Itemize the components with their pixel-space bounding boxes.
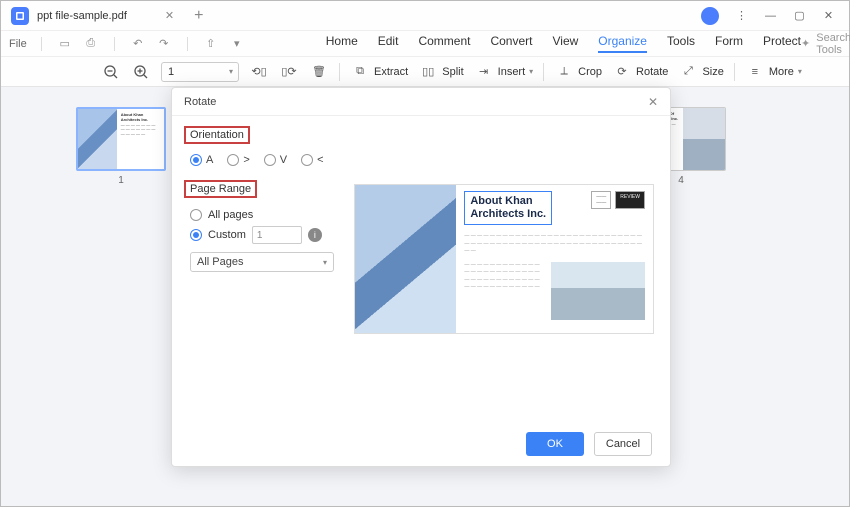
- rotate-left-icon[interactable]: ⟲▯: [249, 62, 269, 82]
- main-menu: Home Edit Comment Convert View Organize …: [326, 34, 801, 53]
- zoom-out-icon[interactable]: [101, 62, 121, 82]
- tab-title: ppt file-sample.pdf: [37, 10, 127, 22]
- share-icon[interactable]: ⇧: [202, 35, 220, 53]
- orient-down[interactable]: V: [264, 154, 287, 166]
- print-icon[interactable]: ⎙: [82, 35, 100, 53]
- rotate-dialog: Rotate ✕ Orientation A > V < Page Range …: [171, 87, 671, 467]
- custom-option[interactable]: Custom i: [190, 226, 330, 244]
- close-tab-icon[interactable]: ✕: [165, 9, 174, 22]
- rotate-preview: About KhanArchitects Inc. ————REVIEW — —…: [354, 184, 654, 334]
- orientation-options: A > V <: [190, 154, 330, 166]
- orient-up[interactable]: A: [190, 154, 213, 166]
- insert-button[interactable]: ⇥Insert▾: [474, 62, 534, 82]
- size-icon: ⤢: [678, 62, 698, 82]
- document-tab[interactable]: ppt file-sample.pdf ✕: [1, 1, 184, 30]
- menu-view[interactable]: View: [552, 34, 578, 53]
- chevron-down-icon: ▾: [529, 67, 533, 76]
- save-icon[interactable]: ▭: [56, 35, 74, 53]
- extract-button[interactable]: ⧉Extract: [350, 62, 408, 82]
- orient-left[interactable]: <: [301, 154, 323, 166]
- more-icon: ≡: [745, 62, 765, 82]
- app-icon: [11, 7, 29, 25]
- menu-organize[interactable]: Organize: [598, 34, 647, 53]
- more-quick-icon[interactable]: ▾: [228, 35, 246, 53]
- crop-icon: ⟂: [554, 62, 574, 82]
- dialog-title: Rotate: [184, 96, 216, 108]
- undo-icon[interactable]: ↶: [129, 35, 147, 53]
- wand-icon: ✦: [801, 37, 810, 50]
- menu-form[interactable]: Form: [715, 34, 743, 53]
- cancel-button[interactable]: Cancel: [594, 432, 652, 456]
- window-controls: ⋮ — ▢ ✕: [701, 7, 849, 25]
- page-thumb-1[interactable]: About Khan Architects Inc.— — — — — — — …: [76, 107, 166, 186]
- allpages-option[interactable]: All pages: [190, 209, 330, 221]
- insert-icon: ⇥: [474, 62, 494, 82]
- menu-comment[interactable]: Comment: [418, 34, 470, 53]
- ok-button[interactable]: OK: [526, 432, 584, 456]
- custom-range-input[interactable]: [252, 226, 302, 244]
- split-button[interactable]: ▯▯Split: [418, 62, 463, 82]
- minimize-icon[interactable]: —: [764, 9, 777, 22]
- size-button[interactable]: ⤢Size: [678, 62, 723, 82]
- menu-home[interactable]: Home: [326, 34, 358, 53]
- maximize-icon[interactable]: ▢: [793, 9, 806, 22]
- search-placeholder: Search Tools: [816, 32, 850, 56]
- menu-convert[interactable]: Convert: [490, 34, 532, 53]
- page-input[interactable]: 1: [161, 62, 239, 82]
- more-button[interactable]: ≡More▾: [745, 62, 802, 82]
- pagerange-heading: Page Range: [184, 180, 257, 198]
- kebab-menu-icon[interactable]: ⋮: [735, 9, 748, 22]
- titlebar: ppt file-sample.pdf ✕ + ⋮ — ▢ ✕: [1, 1, 849, 31]
- orientation-heading: Orientation: [184, 126, 250, 144]
- rotate-right-icon[interactable]: ▯⟳: [279, 62, 299, 82]
- rotate-button[interactable]: ⟳Rotate: [612, 62, 668, 82]
- close-window-icon[interactable]: ✕: [822, 9, 835, 22]
- info-icon[interactable]: i: [308, 228, 322, 242]
- extract-icon: ⧉: [350, 62, 370, 82]
- rotate-icon: ⟳: [612, 62, 632, 82]
- preview-title: About KhanArchitects Inc.: [464, 191, 552, 225]
- redo-icon[interactable]: ↷: [155, 35, 173, 53]
- split-icon: ▯▯: [418, 62, 438, 82]
- menu-tools[interactable]: Tools: [667, 34, 695, 53]
- menubar: File ▭ ⎙ ↶ ↷ ⇧ ▾ Home Edit Comment Conve…: [1, 31, 849, 57]
- dialog-close-icon[interactable]: ✕: [648, 95, 658, 109]
- file-menu[interactable]: File: [9, 38, 27, 50]
- pages-subset-select[interactable]: All Pages: [190, 252, 334, 272]
- workspace: About Khan Architects Inc.— — — — — — — …: [1, 87, 849, 506]
- toolbar: 1 ⟲▯ ▯⟳ 🗑 ⧉Extract ▯▯Split ⇥Insert▾ ⟂Cro…: [1, 57, 849, 87]
- crop-button[interactable]: ⟂Crop: [554, 62, 602, 82]
- new-tab-button[interactable]: +: [184, 7, 213, 25]
- menu-protect[interactable]: Protect: [763, 34, 801, 53]
- search-tools[interactable]: ✦ Search Tools ▾: [801, 32, 850, 56]
- user-avatar[interactable]: [701, 7, 719, 25]
- zoom-in-icon[interactable]: [131, 62, 151, 82]
- menu-edit[interactable]: Edit: [378, 34, 399, 53]
- delete-icon[interactable]: 🗑: [309, 62, 329, 82]
- thumb-number: 1: [76, 175, 166, 186]
- orient-right[interactable]: >: [227, 154, 249, 166]
